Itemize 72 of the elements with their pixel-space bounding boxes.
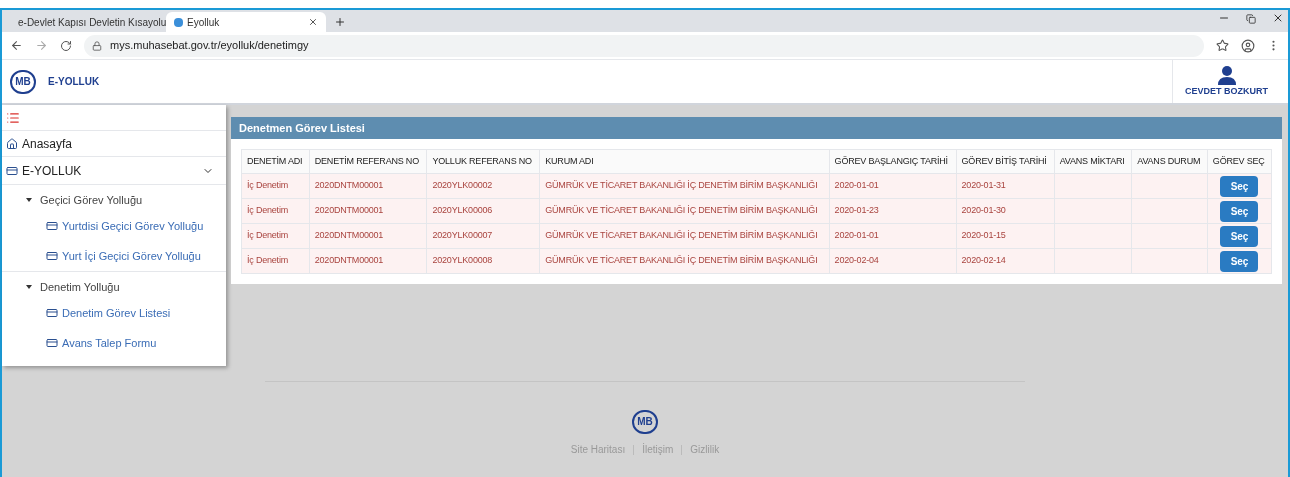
browser-tab[interactable]: Eyolluk	[166, 12, 326, 32]
column-header: GÖREV BAŞLANGIÇ TARİHİ	[829, 149, 957, 174]
column-header: DENETİM REFERANS NO	[309, 149, 427, 174]
table-cell: 2020-01-15	[956, 223, 1055, 249]
back-icon[interactable]	[10, 39, 23, 52]
sidebar-item[interactable]: Anasayfa	[2, 131, 226, 157]
table-cell: GÜMRÜK VE TİCARET BAKANLIĞI İÇ DENETİM BİRİM BAŞKANLIĞI	[539, 173, 830, 199]
table-cell: 2020DNTM00001	[309, 248, 427, 274]
table-cell: 2020YLK00002	[426, 173, 540, 199]
table-cell: 2020YLK00008	[426, 248, 540, 274]
table-cell: 2020-02-04	[829, 248, 957, 274]
site-title: E-YOLLUK	[48, 75, 100, 89]
table-cell: 2020-02-14	[956, 248, 1055, 274]
lock-icon	[92, 40, 102, 51]
card-icon	[6, 164, 18, 177]
table-cell: 2020YLK00006	[426, 198, 540, 224]
new-tab-icon[interactable]	[334, 16, 346, 28]
close-icon[interactable]	[1272, 12, 1284, 24]
column-header: GÖREV BİTİŞ TARİHİ	[956, 149, 1055, 174]
column-header: KURUM ADI	[539, 149, 830, 174]
close-icon[interactable]	[308, 17, 318, 27]
table-cell: 2020DNTM00001	[309, 223, 427, 249]
table-cell: GÜMRÜK VE TİCARET BAKANLIĞI İÇ DENETİM BİRİM BAŞKANLIĞI	[539, 223, 830, 249]
user-menu[interactable]: CEVDET BOZKURT	[1172, 60, 1280, 103]
panel-title: Denetmen Görev Listesi	[231, 117, 1282, 139]
select-button[interactable]: Seç	[1220, 200, 1259, 222]
select-button[interactable]: Seç	[1220, 175, 1259, 197]
submenu-link[interactable]: Yurtdisi Geçici Görev Yolluğu	[2, 211, 226, 241]
select-button[interactable]: Seç	[1220, 250, 1259, 272]
column-header: YOLLUK REFERANS NO	[426, 149, 540, 174]
caret-down-icon	[26, 285, 32, 289]
table-cell: İç Denetim	[241, 223, 310, 249]
table-cell: 2020DNTM00001	[309, 198, 427, 224]
restore-icon[interactable]	[1246, 14, 1256, 24]
favicon-icon	[174, 17, 183, 27]
submenu-link[interactable]: Avans Talep Formu	[2, 328, 226, 358]
column-header: AVANS DURUM	[1131, 149, 1208, 174]
column-header: GÖREV SEÇ	[1207, 149, 1272, 174]
submenu-item[interactable]: Geçici Görev Yolluğu	[2, 189, 226, 211]
table-cell: İç Denetim	[241, 198, 310, 224]
submenu-link[interactable]: Yurt İçi Geçici Görev Yolluğu	[2, 241, 226, 271]
table-cell: 2020-01-01	[829, 223, 957, 249]
address-bar[interactable]: mys.muhasebat.gov.tr/eyolluk/denetimgy	[84, 34, 1204, 57]
table-cell: 2020-01-23	[829, 198, 957, 224]
menu-icon[interactable]	[6, 110, 20, 125]
submenu-link[interactable]: Denetim Görev Listesi	[2, 298, 226, 328]
table-cell: 2020DNTM00001	[309, 173, 427, 199]
table-cell: 2020-01-30	[956, 198, 1055, 224]
column-header: AVANS MİKTARI	[1054, 149, 1132, 174]
house-icon	[6, 137, 18, 150]
sidebar-item[interactable]: E-YOLLUK	[2, 157, 226, 185]
table-cell: GÜMRÜK VE TİCARET BAKANLIĞI İÇ DENETİM BİRİM BAŞKANLIĞI	[539, 198, 830, 224]
table-cell: 2020YLK00007	[426, 223, 540, 249]
card-icon	[46, 250, 58, 262]
select-button[interactable]: Seç	[1220, 225, 1259, 247]
table-cell: 2020-01-01	[829, 173, 957, 199]
card-icon	[46, 307, 58, 319]
table-cell: GÜMRÜK VE TİCARET BAKANLIĞI İÇ DENETİM BİRİM BAŞKANLIĞI	[539, 248, 830, 274]
table-cell: 2020-01-31	[956, 173, 1055, 199]
table-cell: İç Denetim	[241, 248, 310, 274]
user-icon	[1217, 64, 1236, 85]
footer-logo: MB	[632, 410, 658, 434]
logo: MB	[10, 69, 36, 94]
caret-down-icon	[26, 198, 32, 202]
submenu-item[interactable]: Denetim Yolluğu	[2, 276, 226, 298]
table-cell: İç Denetim	[241, 173, 310, 199]
column-header: DENETİM ADI	[241, 149, 310, 174]
profile-icon[interactable]	[1241, 38, 1255, 53]
card-icon	[46, 220, 58, 232]
card-icon	[46, 337, 58, 349]
star-icon[interactable]	[1216, 39, 1229, 52]
reload-icon[interactable]	[60, 39, 72, 52]
